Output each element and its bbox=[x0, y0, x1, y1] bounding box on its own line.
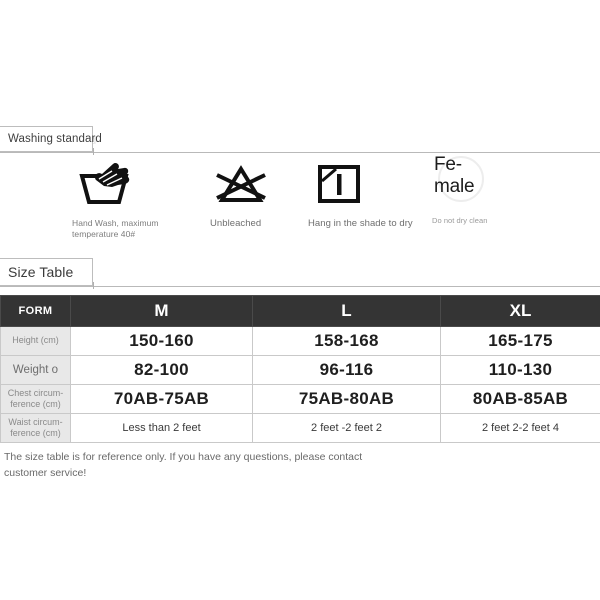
size-table-head: FORM M L XL bbox=[0, 295, 600, 327]
top-blank-area bbox=[0, 0, 600, 126]
cell-height-l: 158-168 bbox=[252, 326, 441, 356]
row-label-chest-line2: ference (cm) bbox=[10, 399, 61, 409]
table-header-form: FORM bbox=[0, 295, 71, 327]
size-table: FORM M L XL Height (cm) 150-160 158-168 … bbox=[0, 295, 600, 443]
washing-standard-tab: Washing standard bbox=[0, 126, 102, 152]
cell-chest-l: 75AB-80AB bbox=[252, 384, 441, 414]
washing-symbol-dry-clean: Fe- male Do not dry clean bbox=[432, 154, 562, 226]
cell-height-xl: 165-175 bbox=[440, 326, 600, 356]
row-label-weight: Weight o bbox=[0, 355, 71, 385]
female-overlay-line1: Fe- bbox=[434, 154, 462, 175]
cell-height-m: 150-160 bbox=[70, 326, 253, 356]
cell-weight-m: 82-100 bbox=[70, 355, 253, 385]
washing-standard-label: Washing standard bbox=[8, 133, 102, 145]
size-table-tab: Size Table bbox=[0, 258, 93, 286]
product-detail-page: Washing standard Washing standard Hand W… bbox=[0, 0, 600, 600]
cell-weight-xl: 110-130 bbox=[440, 355, 600, 385]
row-label-waist-line2: ference (cm) bbox=[10, 428, 61, 438]
table-header-row: FORM M L XL bbox=[0, 295, 600, 327]
table-row: Weight o 82-100 96-116 110-130 bbox=[0, 355, 600, 385]
hang-in-shade-to-dry-icon bbox=[308, 158, 428, 206]
size-table-label: Size Table bbox=[8, 264, 74, 280]
dry-clean-icon-wrap: Fe- male bbox=[432, 154, 542, 214]
table-header-m: M bbox=[70, 295, 253, 327]
size-table-header: Size Table Size Table bbox=[0, 258, 600, 295]
do-not-bleach-icon bbox=[210, 158, 320, 206]
row-label-chest-line1: Chest circum- bbox=[7, 387, 64, 398]
hand-wash-icon bbox=[72, 158, 207, 206]
hang-dry-caption: Hang in the shade to dry bbox=[308, 218, 413, 229]
row-label-waist-line1: Waist circum- bbox=[8, 416, 63, 427]
washing-symbol-unbleached: Unbleached bbox=[210, 158, 320, 231]
table-row: Waist circum- ference (cm) Less than 2 f… bbox=[0, 413, 600, 443]
washing-symbols-row: Hand Wash, maximum temperature 40# Unble… bbox=[0, 154, 600, 258]
washing-symbol-hang-dry: Hang in the shade to dry bbox=[308, 158, 428, 231]
size-table-rule-tick bbox=[93, 282, 94, 289]
cell-waist-l: 2 feet -2 feet 2 bbox=[252, 413, 441, 443]
washing-standard-rule-tick bbox=[93, 148, 94, 155]
washing-standard-rule bbox=[0, 152, 600, 153]
cell-chest-m: 70AB-75AB bbox=[70, 384, 253, 414]
size-table-body: Height (cm) 150-160 158-168 165-175 Weig… bbox=[0, 326, 600, 443]
size-table-footnote: The size table is for reference only. If… bbox=[4, 451, 363, 479]
cell-chest-xl: 80AB-85AB bbox=[440, 384, 600, 414]
unbleached-caption: Unbleached bbox=[210, 218, 262, 229]
size-table-rule bbox=[0, 286, 600, 287]
washing-standard-header: Washing standard Washing standard bbox=[0, 126, 600, 158]
cell-waist-m: Less than 2 feet bbox=[70, 413, 253, 443]
row-label-waist: Waist circum- ference (cm) bbox=[0, 413, 71, 443]
table-row: Chest circum- ference (cm) 70AB-75AB 75A… bbox=[0, 384, 600, 414]
female-overlay-text: Fe- male bbox=[434, 154, 475, 198]
female-overlay-line2: male bbox=[434, 176, 475, 198]
row-label-chest: Chest circum- ference (cm) bbox=[0, 384, 71, 414]
washing-symbol-hand-wash: Hand Wash, maximum temperature 40# bbox=[72, 158, 207, 241]
row-label-height: Height (cm) bbox=[0, 326, 71, 356]
dry-clean-caption: Do not dry clean bbox=[432, 216, 488, 225]
table-header-xl: XL bbox=[440, 295, 600, 327]
table-row: Height (cm) 150-160 158-168 165-175 bbox=[0, 326, 600, 356]
hand-wash-caption: Hand Wash, maximum temperature 40# bbox=[72, 218, 159, 240]
cell-weight-l: 96-116 bbox=[252, 355, 441, 385]
table-header-l: L bbox=[252, 295, 441, 327]
cell-waist-xl: 2 feet 2-2 feet 4 bbox=[440, 413, 600, 443]
